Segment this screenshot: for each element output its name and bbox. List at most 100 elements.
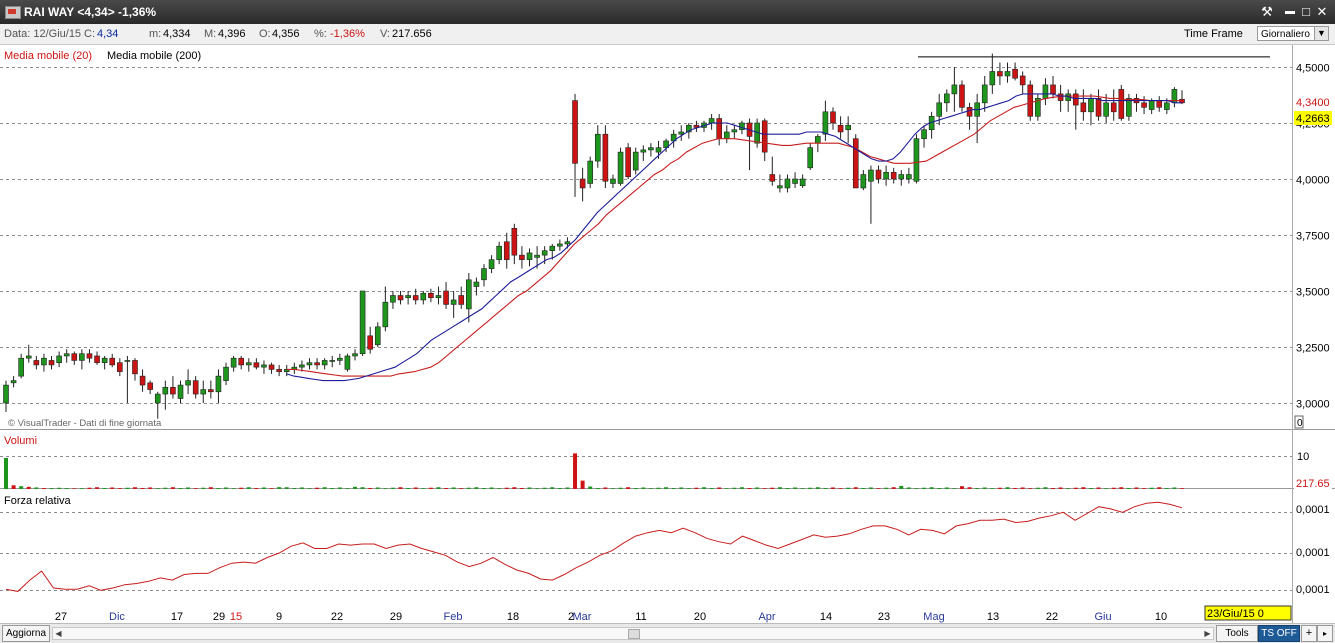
volume-bar — [322, 487, 327, 489]
ts-off-button[interactable]: TS OFF — [1258, 625, 1300, 642]
legend-ma200[interactable]: Media mobile (200) — [107, 50, 201, 62]
candle-up — [1004, 71, 1011, 77]
candle-down — [147, 382, 153, 390]
volume-bar — [216, 487, 221, 489]
price-tick-label: 3,0000 — [1296, 399, 1330, 411]
volume-bar — [4, 458, 8, 489]
candle-down — [86, 353, 93, 359]
volume-bar — [383, 488, 388, 489]
volume-bar — [178, 487, 183, 489]
date-label: 22 — [1046, 611, 1058, 623]
candle-up — [124, 360, 131, 362]
volume-bar — [815, 487, 820, 489]
volume-bar — [565, 487, 570, 489]
candle-up — [792, 178, 798, 184]
date-label: 29 — [390, 611, 402, 623]
candle-up — [723, 131, 730, 139]
candle-down — [397, 295, 404, 301]
candle-up — [3, 384, 9, 404]
volume-bar — [1051, 487, 1056, 489]
volume-bar — [952, 488, 957, 489]
volume-bar — [413, 487, 418, 489]
candle-up — [807, 147, 814, 169]
candle-up — [352, 353, 358, 357]
candle-down — [1095, 98, 1102, 117]
volume-bar — [390, 487, 395, 489]
candle-up — [541, 250, 548, 256]
candle-up — [799, 178, 806, 187]
candle-up — [1042, 84, 1049, 99]
chevron-down-icon[interactable]: ▼ — [1314, 27, 1328, 40]
volume-bar — [1104, 488, 1109, 489]
candle-up — [587, 160, 594, 184]
volume-bar — [686, 488, 691, 489]
volume-bar — [459, 488, 464, 489]
volume-bar — [838, 488, 843, 489]
candle-down — [276, 369, 282, 372]
candle-up — [1103, 102, 1109, 117]
update-button[interactable]: Aggiorna — [2, 625, 50, 642]
candle-up — [951, 84, 958, 95]
date-label: 29 — [213, 611, 225, 623]
candle-down — [1118, 89, 1125, 119]
more-arrow-icon[interactable]: ▸ — [1317, 625, 1333, 642]
volume-bar — [519, 487, 524, 489]
chart-area[interactable]: 3,00003,25003,50003,75004,00004,25004,50… — [0, 45, 1335, 623]
scroll-thumb[interactable] — [628, 629, 640, 639]
grid-lines — [0, 67, 1292, 591]
volume-bar — [626, 487, 631, 489]
volume-bar — [368, 487, 373, 489]
ma-price-label: 4,2663 — [1296, 113, 1330, 125]
volume-bar — [451, 487, 456, 489]
timeframe-select[interactable]: Giornaliero ▼ — [1257, 26, 1329, 41]
volume-bar — [224, 487, 229, 489]
volume-bar — [155, 488, 160, 489]
candle-up — [989, 71, 996, 86]
candle-down — [109, 357, 116, 366]
tools-button[interactable]: Tools — [1216, 625, 1258, 642]
candle-up — [921, 129, 927, 139]
candle-up — [299, 364, 305, 368]
date-label: 18 — [507, 611, 519, 623]
volume-bar — [694, 487, 699, 489]
candle-down — [625, 147, 631, 178]
volume-bar — [1081, 487, 1086, 489]
candle-up — [981, 84, 988, 104]
candle-up — [185, 380, 191, 386]
tools-icon[interactable]: ⚒ — [1260, 4, 1274, 20]
candle-up — [473, 281, 480, 287]
volume-bar — [421, 488, 426, 489]
maximize-button[interactable]: □ — [1299, 4, 1313, 20]
volume-bar — [140, 487, 145, 489]
date-label: 10 — [1155, 611, 1167, 623]
horizontal-scrollbar[interactable]: ◀ ▶ — [52, 627, 1214, 640]
volume-bar — [550, 487, 555, 489]
candle-down — [997, 71, 1003, 77]
volume-bar — [277, 487, 282, 489]
candle-up — [329, 360, 336, 362]
candle-down — [1019, 75, 1026, 86]
candle-up — [1088, 98, 1094, 113]
candle-up — [610, 178, 616, 184]
legend-ma20[interactable]: Media mobile (20) — [4, 50, 92, 62]
candle-up — [943, 93, 950, 104]
scroll-right-icon[interactable]: ▶ — [1202, 628, 1213, 639]
date-label: 20 — [694, 611, 706, 623]
minimize-button[interactable]: ▬ — [1283, 4, 1297, 20]
candle-up — [860, 174, 867, 189]
candle-down — [170, 387, 176, 395]
price-tick-label: 4,0000 — [1296, 175, 1330, 187]
candle-up — [344, 355, 351, 370]
volume-bar — [633, 487, 638, 489]
volume-bar — [148, 487, 153, 489]
volume-bar — [11, 485, 16, 489]
volume-bar — [110, 487, 115, 489]
volume-bar — [1134, 487, 1139, 489]
scroll-left-icon[interactable]: ◀ — [53, 628, 64, 639]
close-button[interactable]: ✕ — [1315, 4, 1329, 20]
volume-bar — [231, 488, 236, 489]
volume-bar — [466, 487, 471, 489]
add-button[interactable]: + — [1301, 625, 1317, 642]
candle-up — [557, 243, 563, 247]
rsi-series — [5, 501, 1183, 592]
